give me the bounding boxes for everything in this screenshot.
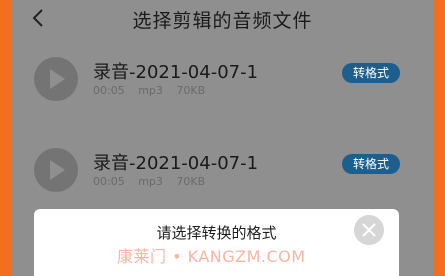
page-title: 选择剪辑的音频文件	[132, 10, 313, 32]
frame-edge-right	[433, 0, 445, 276]
list-item[interactable]: 录音-2021-04-07-1 00:05 mp3 70KB 转格式	[12, 57, 433, 117]
play-icon	[50, 160, 65, 180]
play-button[interactable]	[34, 148, 78, 192]
device-frame: 选择剪辑的音频文件 录音-2021-04-07-1 00:05 mp3 70KB…	[0, 0, 445, 276]
list-item[interactable]: 录音-2021-04-07-1 00:05 mp3 70KB 转格式	[12, 148, 433, 208]
item-size: 70KB	[176, 175, 206, 188]
item-duration: 00:05	[93, 84, 125, 97]
item-format: mp3	[138, 175, 163, 188]
item-format: mp3	[138, 84, 163, 97]
item-duration: 00:05	[93, 175, 125, 188]
item-name: 录音-2021-04-07-1	[93, 62, 259, 83]
item-meta: 00:05 mp3 70KB	[93, 175, 215, 188]
app-screen: 选择剪辑的音频文件 录音-2021-04-07-1 00:05 mp3 70KB…	[12, 0, 433, 276]
header: 选择剪辑的音频文件	[12, 0, 433, 36]
convert-format-button[interactable]: 转格式	[342, 63, 400, 83]
convert-format-button[interactable]: 转格式	[342, 154, 400, 174]
item-meta: 00:05 mp3 70KB	[93, 84, 215, 97]
item-name: 录音-2021-04-07-1	[93, 153, 259, 174]
dialog-close-button[interactable]	[354, 215, 384, 245]
play-button[interactable]	[34, 57, 78, 101]
item-size: 70KB	[176, 84, 206, 97]
frame-edge-left	[0, 0, 12, 276]
play-icon	[50, 69, 65, 89]
close-icon	[362, 223, 376, 237]
watermark: 康莱门 • KANGZM.COM	[117, 247, 306, 266]
dialog-title: 请选择转换的格式	[156, 224, 277, 242]
